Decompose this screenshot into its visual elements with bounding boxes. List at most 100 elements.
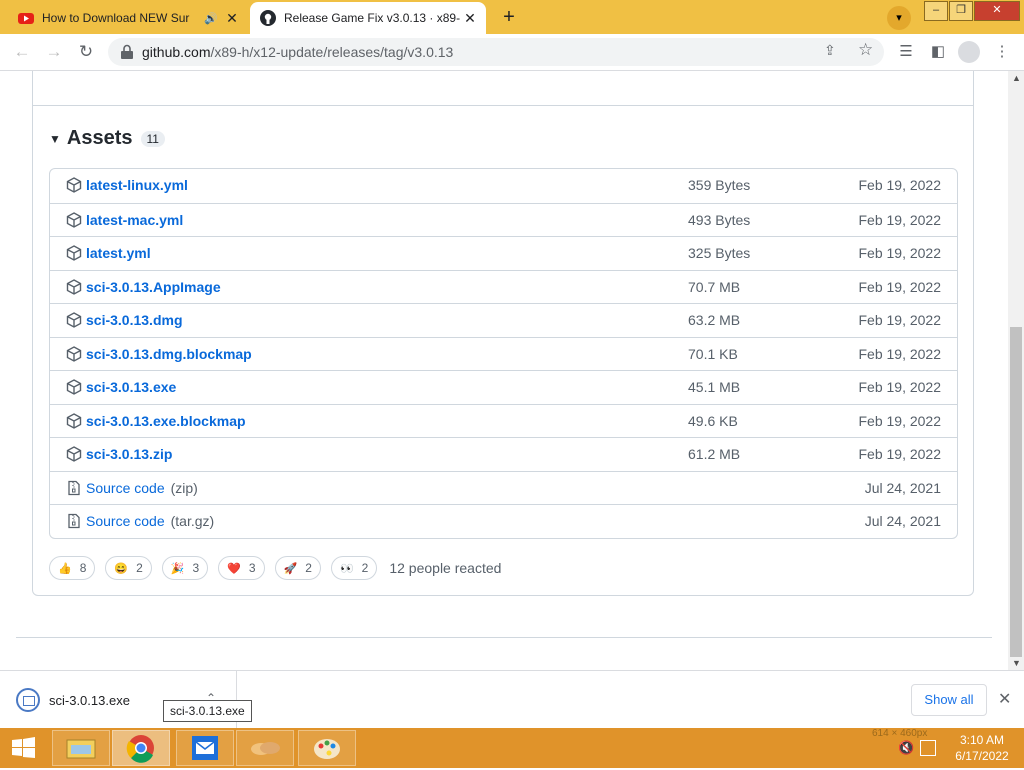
asset-link[interactable]: sci-3.0.13.exe.blockmap: [86, 413, 246, 429]
paint-icon[interactable]: [298, 730, 356, 766]
package-icon: [66, 446, 82, 462]
source-code-row: Source code (tar.gz) Jul 24, 2021: [50, 504, 957, 538]
asset-link[interactable]: latest-linux.yml: [86, 177, 188, 193]
tab-strip: How to Download NEW Sur 🔊 ✕ Release Game…: [0, 0, 1024, 34]
assets-count-badge: 11: [140, 130, 165, 147]
page-scrollbar[interactable]: ▲ ▼: [1008, 71, 1024, 670]
asset-row: latest-mac.yml 493 Bytes Feb 19, 2022: [50, 202, 957, 237]
asset-size: 61.2 MB: [688, 446, 741, 462]
volume-muted-icon[interactable]: 🔇: [898, 740, 914, 756]
close-tab-icon[interactable]: ✕: [460, 10, 480, 27]
maximize-button[interactable]: ❐: [949, 1, 973, 21]
asset-date: Feb 19, 2022: [858, 312, 941, 328]
source-code-format: (zip): [170, 479, 198, 496]
package-icon: [66, 379, 82, 395]
close-shelf-icon[interactable]: ✕: [998, 689, 1011, 709]
reaction-count: 3: [192, 561, 200, 575]
asset-link[interactable]: sci-3.0.13.zip: [86, 446, 172, 462]
tab-youtube[interactable]: How to Download NEW Sur 🔊 ✕: [8, 2, 248, 34]
reload-icon[interactable]: ↻: [74, 40, 98, 64]
tab-title: Release Game Fix v3.0.13 · x89-h: [284, 11, 460, 25]
package-icon: [66, 312, 82, 328]
heart-icon: ❤️: [227, 562, 241, 575]
network-icon[interactable]: [920, 740, 936, 756]
reaction-count: 3: [248, 561, 256, 575]
package-icon: [66, 245, 82, 261]
eyes-icon: 👀: [339, 562, 354, 575]
clock-time[interactable]: 3:10 AM: [952, 733, 1012, 747]
tab-search-icon[interactable]: ▾: [887, 6, 911, 30]
close-window-button[interactable]: ✕: [974, 1, 1020, 21]
asset-link[interactable]: sci-3.0.13.exe: [86, 379, 176, 395]
minimize-button[interactable]: –: [924, 1, 948, 21]
file-explorer-icon[interactable]: [52, 730, 110, 766]
reading-list-icon[interactable]: ☰: [896, 42, 916, 60]
asset-row: sci-3.0.13.AppImage 70.7 MB Feb 19, 2022: [50, 269, 957, 304]
hooray-icon: 🎉: [170, 562, 185, 575]
windows-start-icon[interactable]: [8, 736, 38, 760]
bookmark-star-icon[interactable]: ☆: [858, 40, 873, 60]
download-tooltip: sci-3.0.13.exe: [163, 700, 252, 722]
close-tab-icon[interactable]: ✕: [222, 10, 242, 27]
source-code-link[interactable]: Source code (tar.gz): [86, 513, 214, 529]
file-zip-icon: [68, 513, 80, 529]
source-code-row: Source code (zip) Jul 24, 2021: [50, 470, 957, 505]
clock-date[interactable]: 6/17/2022: [952, 749, 1012, 763]
speaker-icon[interactable]: 🔊: [204, 12, 218, 25]
asset-link[interactable]: sci-3.0.13.dmg: [86, 312, 183, 328]
mail-icon[interactable]: [176, 730, 234, 766]
chrome-icon[interactable]: [112, 730, 170, 766]
browser-toolbar: ← → ↻ github.com/x89-h/x12-update/releas…: [0, 34, 1024, 71]
package-icon: [66, 345, 82, 362]
caret-down-icon: ▼: [49, 131, 61, 146]
assets-list: latest-linux.yml 359 Bytes Feb 19, 2022 lat…: [49, 168, 958, 539]
asset-row: latest.yml 325 Bytes Feb 19, 2022: [50, 236, 957, 270]
more-menu-icon[interactable]: ⋮: [992, 42, 1012, 60]
page-viewport: ▼ Assets 11 latest-linux.yml 359 Bytes Feb…: [0, 71, 1008, 670]
asset-size: 49.6 KB: [688, 412, 738, 429]
side-panel-icon[interactable]: ◧: [928, 42, 948, 60]
forward-icon[interactable]: →: [42, 40, 66, 64]
asset-row: sci-3.0.13.dmg.blockmap 70.1 KB Feb 19, 20…: [50, 336, 957, 371]
tab-github-release[interactable]: Release Game Fix v3.0.13 · x89-h ✕: [250, 2, 486, 34]
asset-date: Feb 19, 2022: [858, 245, 941, 261]
handshake-icon[interactable]: [236, 730, 294, 766]
asset-size: 45.1 MB: [688, 379, 741, 395]
lock-icon: [121, 44, 133, 59]
asset-size: 70.1 KB: [688, 345, 738, 362]
source-code-label: Source code: [86, 479, 165, 496]
asset-row: sci-3.0.13.exe 45.1 MB Feb 19, 2022: [50, 370, 957, 404]
asset-date: Feb 19, 2022: [858, 412, 941, 429]
source-code-link[interactable]: Source code (zip): [86, 480, 198, 496]
package-icon: [66, 211, 82, 228]
scroll-down-icon[interactable]: ▼: [1012, 658, 1021, 668]
laugh-icon: 😄: [114, 562, 129, 575]
background-window-text: 614 × 460px: [872, 728, 928, 739]
asset-date: Feb 19, 2022: [858, 211, 941, 228]
reaction-button[interactable]: ❤️ 3: [218, 556, 265, 580]
show-all-button[interactable]: Show all: [911, 684, 987, 716]
asset-link[interactable]: latest-mac.yml: [86, 212, 183, 228]
asset-date: Feb 19, 2022: [858, 177, 941, 193]
asset-link[interactable]: sci-3.0.13.dmg.blockmap: [86, 346, 252, 362]
reaction-button[interactable]: 🎉 3: [161, 556, 209, 580]
new-tab-icon[interactable]: +: [498, 7, 520, 29]
reactions-summary: 12 people reacted: [389, 560, 502, 576]
youtube-icon: [18, 13, 34, 24]
share-icon[interactable]: ⇪: [824, 42, 836, 59]
source-code-format: (tar.gz): [170, 513, 215, 529]
asset-link[interactable]: sci-3.0.13.AppImage: [86, 279, 221, 295]
asset-row: sci-3.0.13.exe.blockmap 49.6 KB Feb 19, 20…: [50, 403, 957, 438]
reaction-button[interactable]: 😄 2: [105, 556, 152, 580]
scrollbar-thumb[interactable]: [1010, 327, 1022, 657]
back-icon[interactable]: ←: [10, 40, 34, 64]
asset-link[interactable]: latest.yml: [86, 245, 151, 261]
reaction-button[interactable]: 🚀 2: [274, 556, 321, 580]
assets-toggle[interactable]: ▼ Assets 11: [49, 127, 165, 150]
reaction-button[interactable]: 👀 2: [330, 556, 378, 580]
reaction-count: 8: [79, 561, 87, 575]
scroll-up-icon[interactable]: ▲: [1012, 73, 1021, 83]
address-bar[interactable]: github.com/x89-h/x12-update/releases/tag…: [108, 38, 884, 66]
profile-avatar-icon[interactable]: [958, 41, 980, 63]
reaction-button[interactable]: 👍 8: [49, 556, 96, 580]
